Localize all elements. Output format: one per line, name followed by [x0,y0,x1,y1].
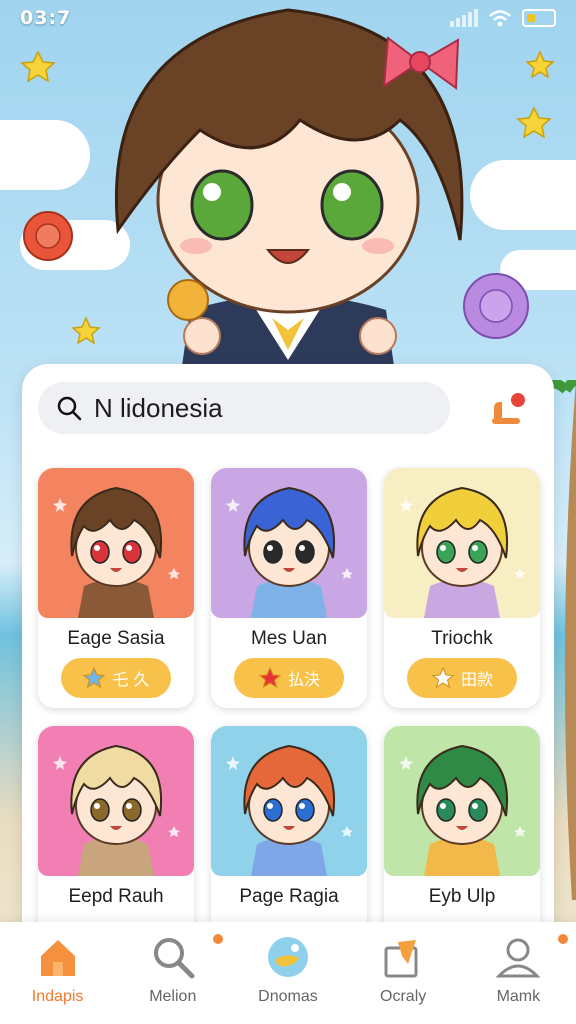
search-row: N lidonesia [38,382,538,434]
character-card[interactable]: Page Ragia [211,726,367,944]
character-name: Triochk [431,628,493,649]
bottom-nav: Indapis Melion Dnomas Ocraly Mamk [0,922,576,1024]
badge-dot [556,932,571,946]
badge-text: 田款 [460,670,493,689]
nav-item-bookmark[interactable]: Ocraly [353,934,453,1006]
character-avatar-icon [399,486,526,618]
badge-text: 払決 [287,670,320,689]
nav-label: Ocraly [380,988,427,1005]
rating-badge[interactable]: 払決 [234,658,344,698]
badge-text: 乇 久 [112,670,150,689]
character-grid: Eage Sasia 乇 久 Mes Uan 払決 Triochk 田款 Eep… [38,468,540,944]
nav-item-search[interactable]: Melion [123,932,225,1006]
bookmark-icon [384,940,418,978]
character-name: Eyb Ulp [428,886,496,907]
character-portrait [384,468,540,618]
character-portrait [384,726,540,876]
search-value: N lidonesia [94,392,223,423]
character-avatar-icon [226,744,353,876]
character-portrait [38,468,194,618]
character-card[interactable]: Eyb Ulp [384,726,540,944]
battery-icon [522,9,556,27]
search-input[interactable]: N lidonesia [38,382,450,434]
mascot-character [20,8,555,380]
nav-label: Indapis [31,988,84,1005]
hero-illustration [0,0,576,380]
star-icon [83,666,106,689]
notification-icon[interactable] [488,390,528,426]
character-card[interactable]: Mes Uan 払決 [211,468,367,708]
globe-icon [267,937,308,977]
character-portrait [211,468,367,618]
signal-icon [450,9,478,27]
status-icons [450,9,556,27]
star-icon [431,666,455,689]
character-name: Mes Uan [250,628,328,649]
character-card[interactable]: Triochk 田款 [384,468,540,708]
profile-icon [495,938,541,978]
nav-label: Melion [149,988,197,1005]
character-panel: N lidonesia Eage Sasia 乇 久 Mes Uan 払決 Tr… [22,364,554,944]
character-card[interactable]: Eage Sasia 乇 久 [38,468,194,708]
character-avatar-icon [53,486,180,618]
character-name: Page Ragia [239,886,339,907]
nav-label: Dnomas [258,988,318,1005]
nav-label: Mamk [496,988,541,1005]
status-bar: 03:7 [0,0,576,36]
nav-item-home[interactable]: Indapis [8,934,108,1006]
search-icon [57,396,82,421]
character-name: Eepd Rauh [68,886,164,907]
character-avatar-icon [226,486,353,618]
character-card[interactable]: Eepd Rauh [38,726,194,944]
nav-item-globe[interactable]: Dnomas [238,934,338,1006]
rating-badge[interactable]: 田款 [407,658,517,698]
character-avatar-icon [399,744,526,876]
character-avatar-icon [53,744,180,876]
nav-item-profile[interactable]: Mamk [468,932,571,1006]
search-icon [153,938,195,979]
character-name: Eage Sasia [67,628,165,649]
character-portrait [211,726,367,876]
rating-badge[interactable]: 乇 久 [61,658,171,698]
home-icon [40,940,75,976]
wifi-icon [489,10,511,27]
status-time: 03:7 [20,7,72,29]
badge-dot [210,932,225,946]
character-portrait [38,726,194,876]
star-icon [258,666,282,689]
